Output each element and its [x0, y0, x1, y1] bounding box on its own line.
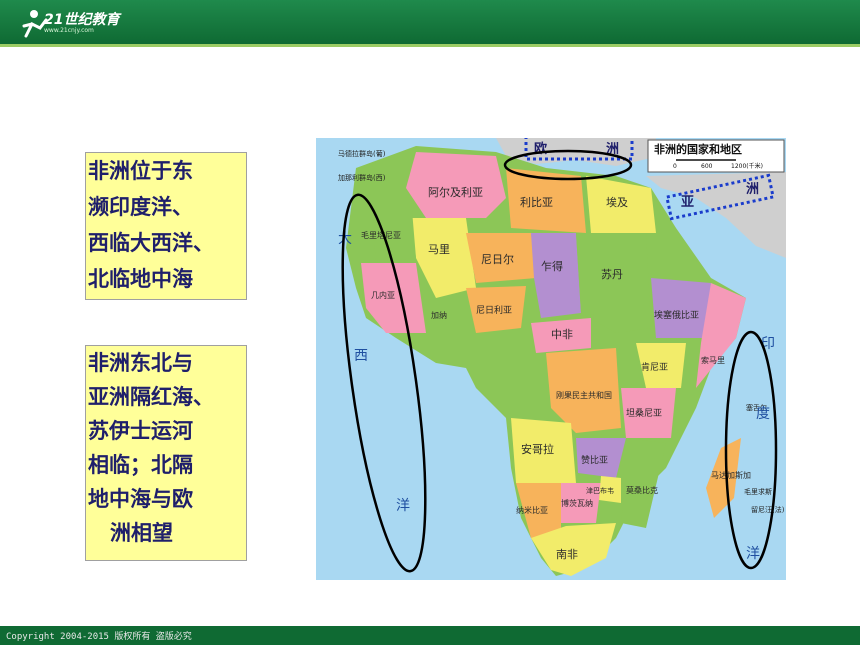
box1-line: 北临地中海 [88, 267, 193, 291]
header-divider [0, 44, 860, 47]
label-madeira: 马德拉群岛(葡) [338, 149, 386, 158]
label-botswana: 博茨瓦纳 [561, 498, 593, 508]
label-nigeria: 尼日利亚 [476, 304, 512, 316]
box2-line: 苏伊士运河 [88, 419, 193, 443]
label-tanzania: 坦桑尼亚 [626, 408, 662, 419]
label-central-african: 中非 [551, 328, 573, 341]
text-box-location: 非洲位于东 濒印度洋、 西临大西洋、 北临地中海 [85, 152, 247, 300]
text-box-neighbors: 非洲东北与 亚洲隔红海、 苏伊士运河 相临；北隔 地中海与欧 洲相望 [85, 345, 247, 561]
header-bar: 21世纪教育 www.21cnjy.com [0, 0, 860, 44]
scale-label-600: 600 [701, 163, 713, 170]
label-niger: 尼日尔 [481, 253, 514, 266]
logo-text: 21世纪教育 [44, 12, 120, 28]
label-ocean-indian-3: 洋 [746, 546, 760, 562]
box2-line: 地中海与欧 [88, 487, 193, 511]
africa-map: 阿尔及利亚 利比亚 埃及 马里 尼日尔 乍得 苏丹 尼日利亚 中非 刚果民主共和… [316, 138, 786, 580]
label-sudan: 苏丹 [601, 268, 623, 281]
box2-line: 相临；北隔 [88, 453, 193, 477]
label-congo-dr: 刚果民主共和国 [556, 390, 612, 400]
logo-url: www.21cnjy.com [44, 27, 94, 34]
label-ocean-atlantic-2: 西 [354, 348, 368, 364]
label-ocean-atlantic-3: 洋 [396, 498, 410, 514]
label-ghana: 加纳 [431, 310, 447, 320]
scale-label-1200: 1200(千米) [731, 162, 763, 170]
label-canary: 加那利群岛(西) [338, 173, 386, 182]
map-title: 非洲的国家和地区 [654, 142, 742, 156]
label-mozambique: 莫桑比克 [626, 485, 658, 495]
country-ethiopia [651, 278, 711, 338]
box2-line: 亚洲隔红海、 [88, 385, 214, 409]
label-egypt: 埃及 [606, 195, 628, 209]
label-guinea: 几内亚 [371, 290, 395, 300]
label-south-africa: 南非 [556, 548, 578, 561]
label-ocean-indian-2: 度 [756, 406, 770, 422]
country-algeria [406, 152, 506, 218]
label-asia-1: 亚 [681, 195, 694, 210]
label-mauritania: 毛里塔尼亚 [361, 230, 401, 240]
label-kenya: 肯尼亚 [641, 361, 668, 373]
label-somalia: 索马里 [701, 355, 725, 365]
label-namibia: 纳米比亚 [516, 505, 548, 515]
label-zambia: 赞比亚 [581, 454, 608, 466]
label-madagascar: 马达加斯加 [711, 470, 751, 480]
label-europe-1: 欧 [534, 141, 547, 157]
copyright-text: Copyright 2004-2015 版权所有 盗版必究 [6, 632, 192, 642]
label-algeria: 阿尔及利亚 [428, 186, 483, 199]
label-chad: 乍得 [541, 259, 563, 273]
label-libya: 利比亚 [520, 196, 553, 209]
box1-line: 西临大西洋、 [88, 231, 214, 255]
label-zimbabwe: 津巴布韦 [586, 486, 614, 495]
label-mali: 马里 [428, 243, 450, 256]
label-mauritius: 毛里求斯 [744, 487, 772, 496]
scale-label-0: 0 [673, 163, 677, 170]
label-reunion: 留尼汪(法) [751, 505, 785, 514]
box1-line: 非洲位于东 [88, 159, 193, 183]
label-ethiopia: 埃塞俄比亚 [654, 309, 699, 321]
box2-line: 洲相望 [110, 521, 173, 545]
label-asia-2: 洲 [746, 182, 759, 197]
label-angola: 安哥拉 [521, 442, 554, 456]
footer-bar: Copyright 2004-2015 版权所有 盗版必究 [0, 626, 860, 645]
box1-line: 濒印度洋、 [88, 195, 193, 219]
box2-line: 非洲东北与 [88, 351, 193, 375]
